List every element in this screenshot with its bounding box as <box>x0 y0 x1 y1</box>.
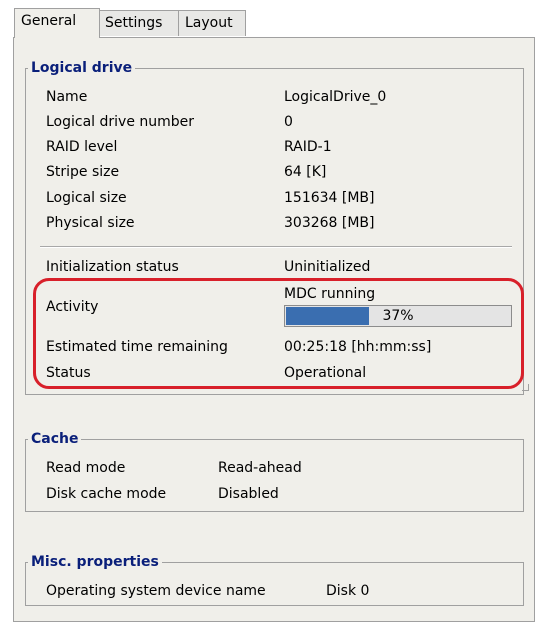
activity-progress-bar: 37% <box>284 305 512 327</box>
time-remaining-label: Estimated time remaining <box>46 339 228 355</box>
tab-settings-label: Settings <box>105 15 163 31</box>
disk-cache-mode-label: Disk cache mode <box>46 486 167 502</box>
status-value: Operational <box>284 365 367 381</box>
disk-cache-mode-row: Disk cache mode Disabled <box>46 483 516 505</box>
drive-number-label: Logical drive number <box>46 114 195 130</box>
misc-properties-title: Misc. properties <box>28 552 162 572</box>
name-value: LogicalDrive_0 <box>284 89 387 105</box>
tab-layout-label: Layout <box>185 15 233 31</box>
logical-size-row: Logical size 151634 [MB] <box>46 187 516 209</box>
read-mode-label: Read mode <box>46 460 126 476</box>
raid-level-label: RAID level <box>46 139 118 155</box>
logical-size-label: Logical size <box>46 190 127 206</box>
status-label: Status <box>46 365 91 381</box>
drive-number-row: Logical drive number 0 <box>46 111 516 133</box>
stripe-size-label: Stripe size <box>46 164 120 180</box>
read-mode-value: Read-ahead <box>218 460 302 476</box>
activity-value-row: MDC running <box>284 283 504 305</box>
os-device-name-label: Operating system device name <box>46 583 266 599</box>
tab-general[interactable]: General <box>14 8 100 38</box>
name-row: Name LogicalDrive_0 <box>46 86 516 108</box>
init-status-value: Uninitialized <box>284 259 371 275</box>
stripe-size-row: Stripe size 64 [K] <box>46 161 516 183</box>
time-remaining-value: 00:25:18 [hh:mm:ss] <box>284 339 432 355</box>
name-label: Name <box>46 89 88 105</box>
os-device-name-value: Disk 0 <box>326 583 370 599</box>
logical-size-value: 151634 [MB] <box>284 190 375 206</box>
tab-layout[interactable]: Layout <box>178 10 246 36</box>
stripe-size-value: 64 [K] <box>284 164 327 180</box>
raid-level-value: RAID-1 <box>284 139 332 155</box>
physical-size-label: Physical size <box>46 215 135 231</box>
tab-bar: General Settings Layout <box>0 0 541 40</box>
resize-grip-icon <box>522 384 529 391</box>
os-device-name-row: Operating system device name Disk 0 <box>46 580 516 602</box>
raid-level-row: RAID level RAID-1 <box>46 136 516 158</box>
read-mode-row: Read mode Read-ahead <box>46 457 516 479</box>
tab-settings[interactable]: Settings <box>98 10 180 36</box>
cache-title: Cache <box>28 429 82 449</box>
activity-label: Activity <box>46 299 99 315</box>
physical-size-value: 303268 [MB] <box>284 215 375 231</box>
time-remaining-row: Estimated time remaining 00:25:18 [hh:mm… <box>46 336 516 358</box>
tab-general-label: General <box>21 13 77 29</box>
logical-drive-title: Logical drive <box>28 58 136 78</box>
init-status-row: Initialization status Uninitialized <box>46 256 516 278</box>
activity-value: MDC running <box>284 286 376 302</box>
disk-cache-mode-value: Disabled <box>218 486 279 502</box>
progress-percent: 37% <box>382 308 414 324</box>
activity-row: Activity <box>46 296 246 318</box>
separator <box>40 246 512 248</box>
status-row: Status Operational <box>46 362 516 384</box>
physical-size-row: Physical size 303268 [MB] <box>46 212 516 234</box>
drive-number-value: 0 <box>284 114 293 130</box>
init-status-label: Initialization status <box>46 259 179 275</box>
